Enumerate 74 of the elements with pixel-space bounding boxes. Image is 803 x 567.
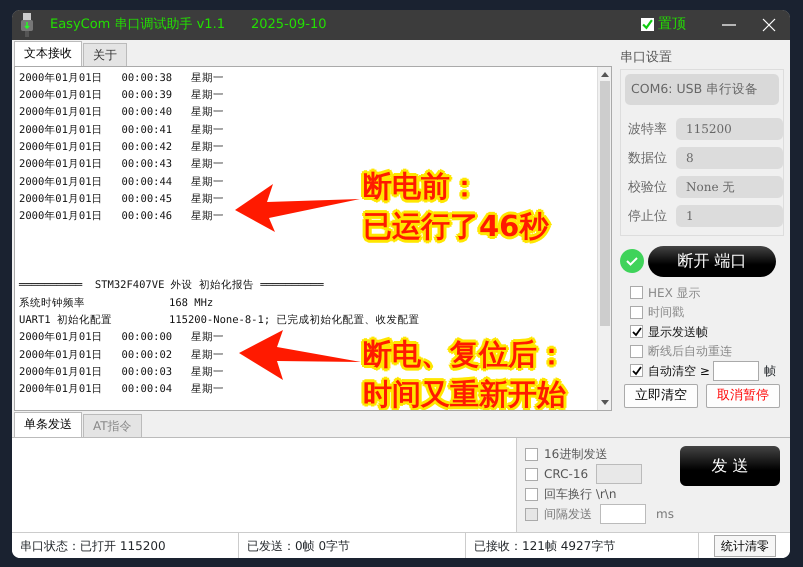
annotation-text: 已运行了46秒 [363, 208, 548, 245]
receive-text-area[interactable] [14, 66, 612, 412]
value-field[interactable]: None 无 [676, 176, 783, 198]
value-field[interactable]: 115200 [676, 118, 783, 140]
send-button[interactable]: 发 送 [680, 446, 780, 486]
checkbox[interactable] [525, 448, 538, 461]
status-text: 已接收：121帧 4927字节 [474, 538, 616, 555]
unit-label: ms [656, 506, 674, 524]
scroll-down-icon[interactable] [600, 400, 608, 406]
usb-plug-icon [20, 12, 34, 37]
option-label: HEX 显示 [648, 284, 701, 302]
port-dropdown[interactable]: COM6: USB 串行设备 [625, 74, 779, 105]
count-field[interactable] [712, 360, 759, 381]
log-line: 2000年01月01日 00:00:46 星期一 [19, 209, 224, 224]
status-text: 已发送：0帧 0字节 [247, 538, 350, 555]
option-label: 显示发送帧 [648, 324, 708, 341]
resume-button[interactable]: 取消暂停 [706, 384, 780, 408]
scrollbar[interactable] [597, 66, 611, 410]
option-label: 自动清空 ≥ [648, 362, 710, 380]
option-label: 间隔发送 [544, 506, 592, 524]
scrollbar-thumb[interactable] [600, 80, 610, 326]
log-value: 115200-None-8-1; 已完成初始化配置、收发配置 [169, 314, 420, 326]
annotation-text: 断电前： [363, 168, 479, 205]
pin-checkbox[interactable] [641, 18, 654, 32]
checkbox[interactable] [525, 488, 538, 501]
close-icon[interactable] [762, 18, 776, 32]
log-value: 168 MHz [169, 296, 214, 309]
checkbox[interactable] [525, 468, 538, 481]
value-field[interactable]: 8 [676, 147, 783, 170]
log-line: 2000年01月01日 00:00:45 星期一 [19, 192, 224, 207]
log-line: 2000年01月01日 00:00:44 星期一 [19, 174, 224, 190]
log-label: UART1 初始化配置 [19, 312, 113, 328]
log-label: 系统时钟频率 [19, 296, 86, 311]
log-line: ══════════ STM32F407VE 外设 初始化报告 ══════════ [19, 278, 324, 294]
scroll-up-icon[interactable] [600, 70, 608, 77]
tab[interactable]: 单条发送 [14, 412, 82, 438]
option-label: 时间戳 [648, 304, 684, 322]
log-line: 2000年01月01日 00:00:38 星期一 [19, 70, 224, 86]
reset-button[interactable]: 统计清零 [714, 534, 776, 557]
log-line: 2000年01月01日 00:00:39 星期一 [19, 88, 224, 104]
build-date: 2025-09-10 [250, 16, 327, 34]
field-label: 波特率 [627, 120, 668, 139]
option-label: 回车换行 \r\n [544, 486, 616, 504]
log-line: 2000年01月01日 00:00:04 星期一 [19, 382, 224, 398]
annotation-text: 时间又重新开始 [363, 376, 566, 410]
checkbox[interactable] [630, 325, 643, 338]
disconnect-button[interactable]: 断开 端口 [648, 246, 776, 277]
group-title: 串口设置 [620, 48, 673, 67]
checkbox[interactable] [630, 344, 643, 358]
unit-label: 帧 [764, 362, 776, 380]
log-line: 2000年01月01日 00:00:41 星期一 [19, 122, 224, 138]
tab[interactable]: 文本接收 [14, 40, 82, 66]
log-line: 2000年01月01日 00:00:02 星期一 [19, 348, 224, 363]
checkbox[interactable] [630, 364, 643, 378]
log-line: 2000年01月01日 00:00:40 星期一 [19, 105, 224, 120]
checkbox[interactable] [630, 286, 643, 300]
option-label: 断线后自动重连 [648, 343, 732, 360]
clear-button[interactable]: 立即清空 [624, 384, 698, 408]
option-label: 16进制发送 [544, 446, 608, 464]
pin-label: 置顶 [658, 15, 686, 34]
field-label: 数据位 [627, 150, 668, 168]
annotation-text: 断电、复位后： [363, 336, 566, 373]
checkbox[interactable] [630, 306, 643, 319]
log-line: 2000年01月01日 00:00:42 星期一 [19, 140, 224, 155]
field-label: 校验位 [627, 178, 668, 197]
log-line: 2000年01月01日 00:00:00 星期一 [19, 330, 224, 346]
tab[interactable]: 关于 [83, 42, 127, 66]
field-label: 停止位 [627, 208, 668, 226]
window-title: EasyCom 串口调试助手 v1.1 [50, 16, 225, 34]
log-line: 2000年01月01日 00:00:43 星期一 [19, 157, 224, 172]
status-text: 串口状态：已打开 115200 [20, 538, 166, 555]
value-field[interactable]: 1 [676, 205, 783, 228]
option-label: CRC-16 [544, 466, 588, 484]
log-line: 2000年01月01日 00:00:03 星期一 [19, 364, 224, 380]
